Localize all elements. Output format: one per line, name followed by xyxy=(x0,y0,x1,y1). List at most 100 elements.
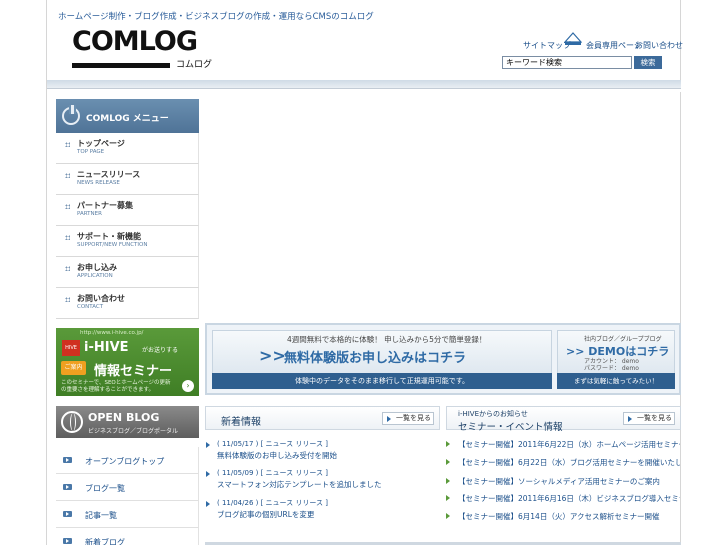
demo-account: アカウント： demo xyxy=(584,358,639,365)
comlog-logo[interactable]: COMLOG コムログ xyxy=(72,28,212,70)
info-link[interactable]: 【セミナー開催】2011年6月22日（水）ホームページ活用セミナーのご案内（東京… xyxy=(458,439,680,450)
sidebar-item-news[interactable]: ニュースリリース NEWS RELEASE xyxy=(56,164,199,195)
search-input[interactable] xyxy=(502,56,632,69)
free-trial-note: 体験中のデータをそのまま移行して正規運用可能です。 xyxy=(212,373,552,389)
arrow-bullet-icon xyxy=(446,495,450,501)
promo-banner: 4週間無料で本格的に体験！ 申し込みから5分で簡単登録！ >> 無料体験版お申し… xyxy=(205,323,681,395)
search-button[interactable]: 検索 xyxy=(634,56,662,69)
openblog-item-label: 記事一覧 xyxy=(85,511,117,520)
info-link[interactable]: 【セミナー開催】6月22日（水）ブログ活用セミナーを開催いたします xyxy=(458,457,680,468)
sidebar-item-label: お問い合わせ xyxy=(77,294,125,303)
sidebar-item-sublabel: PARTNER xyxy=(77,211,102,217)
banner-brand: i-HIVE xyxy=(84,340,129,355)
hive-logo-icon: HIVE xyxy=(62,340,80,356)
info-item[interactable]: 【セミナー開催】2011年6月22日（水）ホームページ活用セミナーのご案内（東京… xyxy=(446,439,681,449)
info-link[interactable]: 【セミナー開催】2011年6月16日（木）ビジネスブログ導入セミナーのご案内（大… xyxy=(458,493,680,504)
info-link[interactable]: 【セミナー開催】ソーシャルメディア活用セミナーのご案内 xyxy=(458,476,680,487)
free-trial-headline: 無料体験版お申し込みはコチラ xyxy=(284,351,467,366)
bullet-icon xyxy=(65,173,70,178)
header-divider xyxy=(47,88,681,92)
info-item[interactable]: 【セミナー開催】6月22日（水）ブログ活用セミナーを開催いたします xyxy=(446,457,681,467)
play-icon xyxy=(63,511,72,517)
sidebar-item-top[interactable]: トップページ TOP PAGE xyxy=(56,133,199,164)
openblog-item-label: オープンブログトップ xyxy=(85,457,165,466)
info-link[interactable]: 【セミナー開催】6月14日（火）アクセス解析セミナー開催 xyxy=(458,511,680,522)
contact-link[interactable]: お問い合わせ xyxy=(635,40,683,51)
sidebar-item-sublabel: NEWS RELEASE xyxy=(77,180,120,186)
openblog-header[interactable]: OPEN BLOG ビジネスブログ／ブログポータル xyxy=(56,406,199,438)
sidebar-menu: COMLOG メニュー トップページ TOP PAGE ニュースリリース NEW… xyxy=(56,99,199,319)
arrow-bullet-icon xyxy=(446,459,450,465)
sidebar-item-label: サポート・新機能 xyxy=(77,232,141,241)
arrow-bullet-icon xyxy=(206,442,210,448)
header-band xyxy=(47,80,681,88)
arrow-bullet-icon xyxy=(446,478,450,484)
info-item[interactable]: 【セミナー開催】ソーシャルメディア活用セミナーのご案内 xyxy=(446,476,681,486)
sidebar-item-contact[interactable]: お問い合わせ CONTACT xyxy=(56,288,199,319)
openblog-item-label: 新着ブログ xyxy=(85,538,125,545)
info-list-button[interactable]: 一覧を見る xyxy=(623,412,675,425)
arrow-bullet-icon xyxy=(446,513,450,519)
info-item[interactable]: 【セミナー開催】2011年6月16日（木）ビジネスブログ導入セミナーのご案内（大… xyxy=(446,493,681,503)
banner-tag: ご案内 xyxy=(61,361,86,375)
arrow-bullet-icon xyxy=(446,441,450,447)
free-trial-lead: 4週間無料で本格的に体験！ 申し込みから5分で簡単登録！ xyxy=(287,335,487,344)
banner-headline: 情報セミナー xyxy=(94,364,173,379)
globe-icon xyxy=(61,411,83,433)
bullet-icon xyxy=(65,266,70,271)
sidebar-header: COMLOG メニュー xyxy=(56,99,199,133)
news-link[interactable]: スマートフォン対応テンプレートを追加しました xyxy=(217,479,382,490)
news-title: 新着情報 xyxy=(221,417,261,428)
bullet-icon xyxy=(65,297,70,302)
demo-banner[interactable]: 社内ブログ／グループブログ >> DEMOはコチラ アカウント： demo パス… xyxy=(557,330,675,374)
logo-kana: コムログ xyxy=(176,60,213,70)
double-arrow-icon: >> xyxy=(259,346,286,365)
news-meta: ( 11/04/26 ) [ ニュース リリース ] xyxy=(217,499,329,507)
banner-description: このセミナーで、SEOとホームページの更新の重要さを理解することができます。 xyxy=(61,380,171,393)
openblog-item-newblogs[interactable]: 新着ブログ xyxy=(56,528,199,545)
openblog-item-top[interactable]: オープンブログトップ xyxy=(56,447,199,474)
sidebar-item-label: トップページ xyxy=(77,139,125,148)
power-icon xyxy=(62,105,80,125)
free-trial-banner[interactable]: 4週間無料で本格的に体験！ 申し込みから5分で簡単登録！ >> 無料体験版お申し… xyxy=(212,330,552,374)
arrow-right-icon: › xyxy=(182,380,194,392)
sidebar-item-sublabel: TOP PAGE xyxy=(77,149,105,155)
info-title: セミナー・イベント情報 xyxy=(458,422,563,433)
demo-note: まずは気軽に触ってみたい！ xyxy=(557,373,675,389)
seminar-banner[interactable]: http://www.i-hive.co.jp/ HIVE i-HIVE がお送… xyxy=(56,328,199,396)
news-link[interactable]: ブログ記事の個別URLを変更 xyxy=(217,509,314,520)
banner-url: http://www.i-hive.co.jp/ xyxy=(80,330,144,336)
openblog-item-bloglist[interactable]: ブログ一覧 xyxy=(56,474,199,501)
openblog-item-articles[interactable]: 記事一覧 xyxy=(56,501,199,528)
arrow-bullet-icon xyxy=(206,501,210,507)
sidebar-item-support[interactable]: サポート・新機能 SUPPORT/NEW FUNCTION xyxy=(56,226,199,257)
sidebar-title: COMLOG メニュー xyxy=(86,114,169,124)
news-link[interactable]: 無料体験版のお申し込み受付を開始 xyxy=(217,450,337,461)
news-meta: ( 11/05/09 ) [ ニュース リリース ] xyxy=(217,469,329,477)
logo-wordmark: COMLOG xyxy=(72,26,198,57)
openblog-subtitle: ビジネスブログ／ブログポータル xyxy=(88,428,179,435)
play-icon xyxy=(63,538,72,544)
info-subtitle: i-HIVEからのお知らせ xyxy=(458,410,528,418)
sidebar-item-application[interactable]: お申し込み APPLICATION xyxy=(56,257,199,288)
member-page-icon xyxy=(564,32,582,45)
demo-headline: >> DEMOはコチラ xyxy=(566,345,670,358)
openblog-title: OPEN BLOG xyxy=(88,411,160,424)
sidebar-item-sublabel: APPLICATION xyxy=(77,273,113,279)
sidebar-item-label: パートナー募集 xyxy=(77,201,133,210)
info-panel-header: i-HIVEからのお知らせ セミナー・イベント情報 一覧を見る xyxy=(446,406,681,433)
demo-lead: 社内ブログ／グループブログ xyxy=(584,336,662,343)
info-item[interactable]: 【セミナー開催】6月14日（火）アクセス解析セミナー開催 xyxy=(446,511,681,521)
sidebar-item-label: お申し込み xyxy=(77,263,117,272)
site-tagline: ホームページ制作・ブログ作成・ビジネスブログの作成・運用ならCMSのコムログ xyxy=(58,12,374,22)
news-panel-header: 新着情報 一覧を見る xyxy=(205,406,440,430)
sidebar-item-sublabel: CONTACT xyxy=(77,304,104,310)
news-meta: ( 11/05/17 ) [ ニュース リリース ] xyxy=(217,440,329,448)
news-list-button[interactable]: 一覧を見る xyxy=(382,412,434,425)
arrow-bullet-icon xyxy=(206,471,210,477)
sidebar-item-partner[interactable]: パートナー募集 PARTNER xyxy=(56,195,199,226)
play-icon xyxy=(63,484,72,490)
bullet-icon xyxy=(65,235,70,240)
member-page-link[interactable]: 会員専用ページ xyxy=(586,40,642,51)
sidebar-item-label: ニュースリリース xyxy=(77,170,141,179)
